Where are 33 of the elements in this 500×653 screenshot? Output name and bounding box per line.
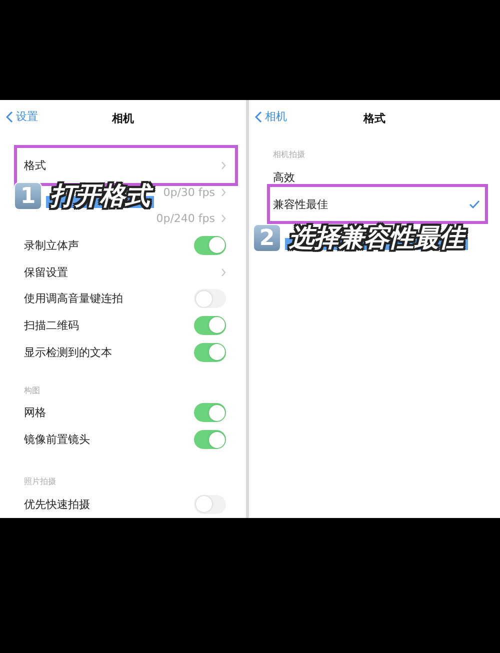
row-value: 0p/240 fps bbox=[156, 212, 215, 226]
row-label: 使用调高音量键连拍 bbox=[24, 291, 124, 306]
toggle-switch[interactable] bbox=[194, 316, 226, 335]
row-label: 网格 bbox=[24, 405, 47, 420]
section-header: 相机拍摄 bbox=[273, 149, 305, 160]
row-label: 格式 bbox=[24, 158, 47, 173]
row-value: 0p/30 fps bbox=[163, 186, 215, 199]
step-badge: 1 bbox=[14, 182, 42, 210]
row-label: 扫描二维码 bbox=[24, 318, 80, 333]
row-label: 保留设置 bbox=[24, 264, 69, 280]
back-icon bbox=[255, 110, 262, 122]
toggle-switch[interactable] bbox=[194, 289, 226, 308]
row-label: 优先快速拍摄 bbox=[24, 496, 91, 512]
chevron-icon bbox=[221, 188, 226, 197]
option-label[interactable]: 兼容性最佳 bbox=[273, 196, 463, 212]
row-label: 镜像前置镜头 bbox=[24, 432, 91, 448]
option-label[interactable]: 高效 bbox=[273, 170, 480, 185]
toggle-switch[interactable] bbox=[194, 342, 226, 362]
chevron-icon bbox=[221, 160, 226, 170]
row-label: 显示检测到的文本 bbox=[24, 344, 113, 360]
toggle-switch[interactable] bbox=[194, 236, 226, 255]
row-label: 录制立体声 bbox=[24, 238, 80, 253]
step-badge: 2 bbox=[253, 224, 281, 252]
chevron-icon bbox=[221, 268, 226, 277]
section-header: 照片拍摄 bbox=[24, 476, 56, 487]
toggle-switch[interactable] bbox=[194, 430, 226, 450]
toggle-switch[interactable] bbox=[194, 494, 226, 514]
section-header: 构图 bbox=[24, 384, 40, 396]
nav-title: 格式 bbox=[364, 110, 386, 126]
nav-title: 相机 bbox=[112, 110, 134, 126]
chevron-icon bbox=[221, 214, 226, 224]
toggle-switch[interactable] bbox=[194, 403, 226, 422]
back-icon bbox=[6, 110, 13, 122]
